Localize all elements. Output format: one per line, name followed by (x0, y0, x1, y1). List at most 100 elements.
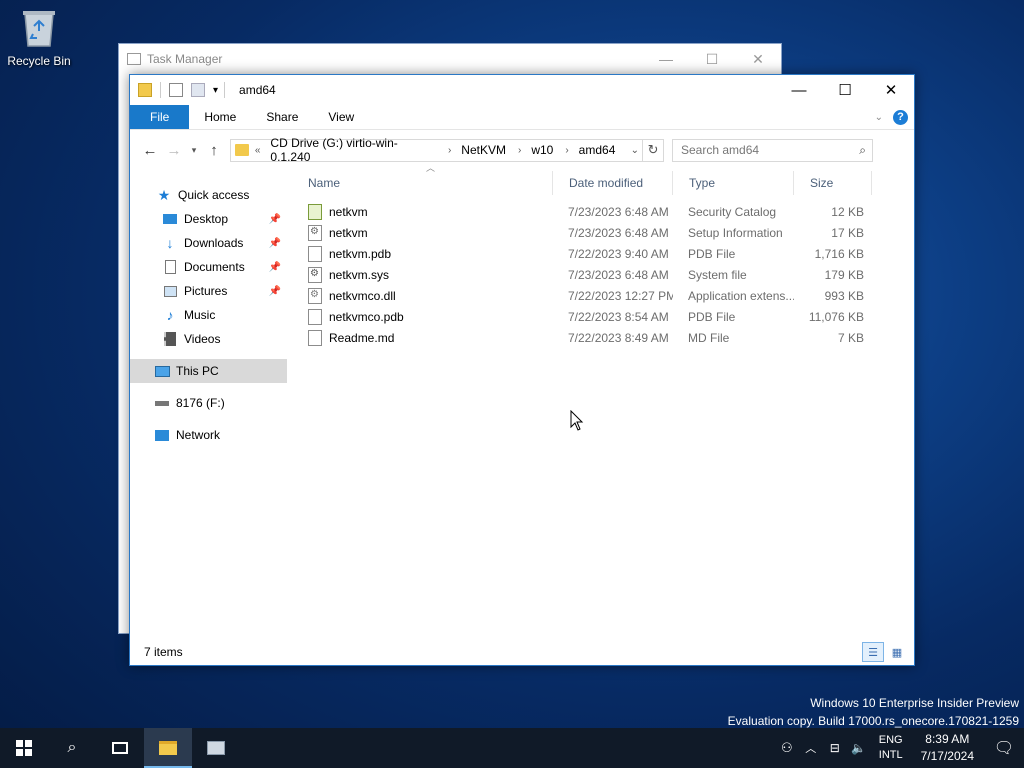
breadcrumb-chevron-icon[interactable]: › (565, 145, 568, 156)
sort-ascending-icon: ︿ (426, 163, 436, 173)
recent-locations-chevron-icon[interactable]: ▾ (186, 145, 202, 156)
file-row[interactable]: netkvm.sys 7/23/2023 6:48 AM System file… (292, 264, 912, 285)
file-name: netkvmco.pdb (329, 309, 404, 324)
file-type: Application extens... (688, 288, 794, 303)
pin-icon[interactable]: 📌 (269, 286, 281, 297)
address-dropdown-icon[interactable]: ⌄ (627, 139, 644, 161)
tab-share[interactable]: Share (251, 105, 313, 129)
tab-home[interactable]: Home (189, 105, 251, 129)
nav-music[interactable]: ♪ Music (130, 303, 287, 327)
pin-icon[interactable]: 📌 (269, 238, 281, 249)
file-explorer-taskbar-button[interactable] (144, 728, 192, 768)
forward-arrow-icon[interactable]: → (162, 142, 186, 159)
breadcrumb-chevron-icon[interactable]: › (518, 145, 521, 156)
recycle-bin-label: Recycle Bin (7, 54, 71, 68)
details-view-icon[interactable]: ☰ (862, 642, 884, 662)
task-manager-maximize-button[interactable]: ☐ (689, 51, 735, 68)
pictures-icon (162, 283, 178, 299)
column-size[interactable]: Size (794, 171, 872, 195)
properties-icon[interactable] (169, 83, 183, 97)
watermark-line: Windows 10 Enterprise Insider Preview (810, 696, 1019, 710)
volume-muted-icon[interactable]: 🔈 (847, 741, 871, 755)
task-manager-titlebar[interactable]: Task Manager — ☐ ✕ (119, 44, 781, 74)
maximize-button[interactable]: ☐ (822, 75, 868, 105)
minimize-button[interactable]: — (776, 75, 822, 105)
nav-drive-f[interactable]: 8176 (F:) (130, 391, 287, 415)
search-box[interactable]: Search amd64 ⌕ (672, 138, 873, 162)
tab-view[interactable]: View (313, 105, 369, 129)
input-language-indicator[interactable]: ENG INTL (871, 733, 911, 763)
ribbon-tabs: File Home Share View ⌄ ? (130, 105, 914, 130)
breadcrumb-overflow-icon[interactable]: « (255, 145, 261, 156)
taskbar: ⌕ ⚇ ︿ ⊟ 🔈 ENG INTL 8:39 AM 7/17/2024 🗨 (0, 728, 1024, 768)
search-taskbar-button[interactable]: ⌕ (48, 728, 96, 768)
pin-icon[interactable]: 📌 (269, 214, 281, 225)
column-name[interactable]: Name (292, 171, 553, 195)
customize-toolbar-chevron-icon[interactable]: ▾ (213, 85, 218, 96)
start-button[interactable] (0, 728, 48, 768)
network-status-icon[interactable]: ⊟ (823, 741, 847, 755)
file-row[interactable]: Readme.md 7/22/2023 8:49 AM MD File 7 KB (292, 327, 912, 348)
search-icon[interactable]: ⌕ (859, 143, 866, 158)
nav-downloads[interactable]: ↓ Downloads 📌 (130, 231, 287, 255)
address-bar[interactable]: « CD Drive (G:) virtio-win-0.1.240 › Net… (230, 136, 664, 164)
large-icons-view-icon[interactable]: ▦ (886, 642, 908, 662)
help-icon[interactable]: ? (893, 109, 908, 125)
people-icon[interactable]: ⚇ (775, 740, 799, 756)
file-type: PDB File (688, 246, 736, 261)
nav-desktop[interactable]: Desktop 📌 (130, 207, 287, 231)
file-explorer-window[interactable]: ▾ amd64 — ☐ ✕ File Home Share View ⌄ ? ←… (129, 74, 915, 666)
column-date-modified[interactable]: Date modified (553, 171, 673, 195)
nav-this-pc[interactable]: This PC (130, 359, 287, 383)
star-icon: ★ (157, 186, 171, 203)
file-row[interactable]: netkvmco.pdb 7/22/2023 8:54 AM PDB File … (292, 306, 912, 327)
breadcrumb-item[interactable]: w10 (531, 143, 553, 157)
breadcrumb-item[interactable]: NetKVM (461, 143, 506, 157)
nav-documents[interactable]: Documents 📌 (130, 255, 287, 279)
nav-pictures[interactable]: Pictures 📌 (130, 279, 287, 303)
recycle-bin-shortcut[interactable]: Recycle Bin (4, 6, 74, 68)
search-input[interactable]: Search amd64 (681, 143, 759, 157)
network-icon (154, 427, 170, 443)
task-manager-close-button[interactable]: ✕ (735, 51, 781, 68)
task-view-icon (112, 742, 128, 754)
breadcrumb-chevron-icon[interactable]: › (448, 145, 451, 156)
up-arrow-icon[interactable]: ↑ (202, 142, 226, 159)
action-center-icon[interactable]: 🗨 (984, 738, 1024, 758)
tab-file[interactable]: File (130, 105, 190, 129)
breadcrumb-item[interactable]: amd64 (579, 143, 616, 157)
refresh-icon[interactable]: ↻ (643, 142, 663, 158)
dll-file-icon (308, 287, 322, 304)
lang-code: ENG (878, 734, 903, 746)
item-count: 7 items (144, 645, 183, 659)
file-row[interactable]: netkvm 7/23/2023 6:48 AM Setup Informati… (292, 222, 912, 243)
show-hidden-icons-chevron-icon[interactable]: ︿ (799, 740, 823, 756)
task-view-button[interactable] (96, 728, 144, 768)
navigation-pane: ★ Quick access Desktop 📌 ↓ Downloads 📌 D… (130, 171, 287, 638)
file-row[interactable]: netkvm.pdb 7/22/2023 9:40 AM PDB File 1,… (292, 243, 912, 264)
nav-quick-access[interactable]: ★ Quick access (130, 183, 287, 207)
nav-label: Pictures (184, 284, 228, 298)
address-folder-icon (235, 144, 249, 156)
column-type[interactable]: Type (673, 171, 794, 195)
clock[interactable]: 8:39 AM 7/17/2024 (911, 731, 984, 765)
task-manager-minimize-button[interactable]: — (643, 51, 689, 68)
file-size: 7 KB (837, 330, 864, 345)
breadcrumb-item[interactable]: CD Drive (G:) virtio-win-0.1.240 (270, 136, 436, 164)
close-button[interactable]: ✕ (868, 75, 914, 105)
expand-ribbon-chevron-icon[interactable]: ⌄ (875, 112, 883, 123)
file-row[interactable]: netkvmco.dll 7/22/2023 12:27 PM Applicat… (292, 285, 912, 306)
explorer-titlebar[interactable]: ▾ amd64 — ☐ ✕ (130, 75, 914, 105)
pin-icon[interactable]: 📌 (269, 262, 281, 273)
nav-label: Desktop (184, 212, 229, 226)
file-date: 7/22/2023 8:49 AM (568, 330, 669, 345)
nav-network[interactable]: Network (130, 423, 287, 447)
back-arrow-icon[interactable]: ← (138, 142, 162, 159)
toolbar-separator (224, 82, 226, 98)
security-catalog-icon (308, 203, 322, 220)
nav-videos[interactable]: Videos (130, 327, 287, 351)
file-icon (308, 308, 322, 325)
new-folder-icon[interactable] (191, 83, 205, 97)
file-row[interactable]: netkvm 7/23/2023 6:48 AM Security Catalo… (292, 201, 912, 222)
task-manager-taskbar-button[interactable] (192, 728, 240, 768)
